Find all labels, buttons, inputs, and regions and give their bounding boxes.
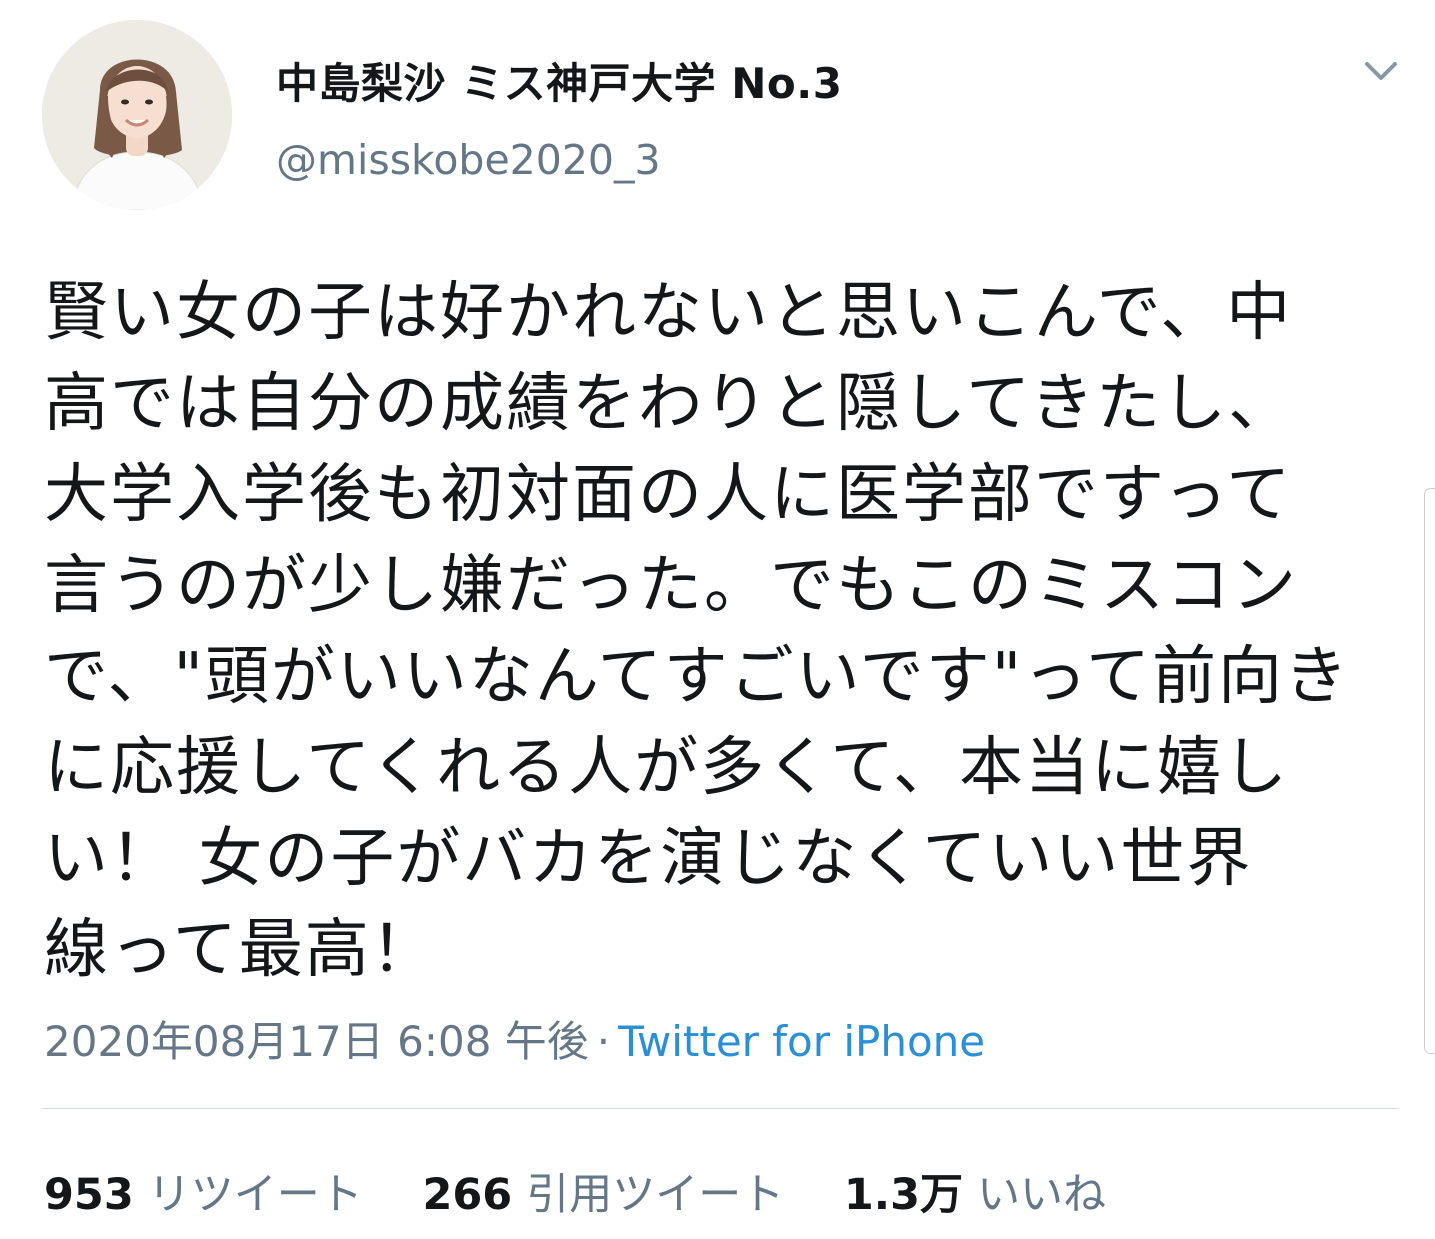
- tweet-text-line: 大学入学後も初対面の人に医学部ですって: [44, 458, 1293, 532]
- tweet-text: 賢い女の子は好かれないと思いこんで、中 高では自分の成績をわりと隠してきたし、 …: [44, 268, 1394, 996]
- retweets-label: リツイート: [147, 1170, 363, 1220]
- likes-label: いいね: [977, 1170, 1107, 1220]
- meta-separator: ·: [596, 1017, 611, 1066]
- tweet-meta: 2020年08月17日 6:08 午後 · Twitter for iPhone: [44, 1008, 985, 1069]
- tweet-source-link[interactable]: Twitter for iPhone: [618, 1017, 985, 1066]
- likes-stat[interactable]: 1.3万 いいね: [844, 1160, 1106, 1222]
- display-name[interactable]: 中島梨沙 ミス神戸大学 No.3: [276, 50, 842, 111]
- quote-tweets-stat[interactable]: 266 引用ツイート: [422, 1160, 784, 1222]
- scrollbar[interactable]: [1424, 488, 1435, 1054]
- divider: [42, 1108, 1399, 1109]
- retweets-stat[interactable]: 953 リツイート: [44, 1160, 363, 1222]
- likes-count: 1.3万: [843, 1170, 964, 1220]
- tweet-text-line: で、"頭がいいなんてすごいです"って前向き: [44, 640, 1350, 714]
- tweet-stats: 953 リツイート 266 引用ツイート 1.3万 いいね: [44, 1160, 1152, 1222]
- user-handle[interactable]: @misskobe2020_3: [276, 136, 661, 184]
- avatar[interactable]: [42, 20, 232, 210]
- tweet-text-line: 言うのが少し嫌だった。でもこのミスコン: [44, 549, 1298, 623]
- avatar-photo: [42, 20, 232, 210]
- tweet-text-line: 高では自分の成績をわりと隠してきたし、: [44, 367, 1295, 441]
- tweet-text-line: 線って最高！: [44, 913, 437, 987]
- quote-tweets-count: 266: [422, 1170, 513, 1220]
- tweet-text-line: に応援してくれる人が多くて、本当に嬉し: [44, 731, 1290, 805]
- quote-tweets-label: 引用ツイート: [526, 1170, 785, 1220]
- retweets-count: 953: [44, 1170, 134, 1220]
- tweet-timestamp[interactable]: 2020年08月17日 6:08 午後: [44, 1017, 589, 1066]
- chevron-down-icon[interactable]: [1361, 56, 1401, 86]
- tweet-text-line: 賢い女の子は好かれないと思いこんで、中: [44, 276, 1293, 350]
- tweet-text-line: い！ 女の子がバカを演じなくていい世界: [44, 822, 1253, 896]
